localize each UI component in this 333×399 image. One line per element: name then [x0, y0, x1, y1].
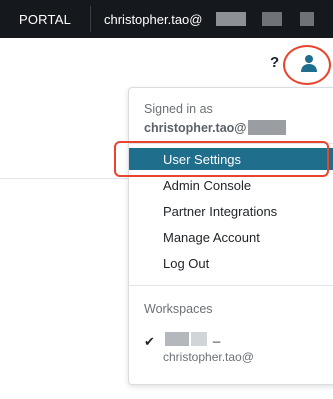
user-icon-glyph — [301, 55, 317, 72]
menu-divider — [129, 143, 333, 144]
redacted-block — [165, 332, 189, 346]
signed-in-label: Signed in as — [144, 102, 213, 116]
workspaces-label: Workspaces — [144, 302, 213, 316]
redacted-block — [216, 12, 246, 26]
redacted-block — [262, 12, 282, 26]
menu-divider — [129, 285, 333, 286]
menu-item-manage-account[interactable]: Manage Account — [129, 226, 333, 248]
user-icon[interactable] — [298, 52, 320, 74]
workspace-item[interactable]: ✔ _ christopher.tao@ — [129, 328, 333, 368]
signed-in-user: christopher.tao@ — [144, 121, 247, 135]
menu-item-admin-console[interactable]: Admin Console — [129, 174, 333, 196]
page-divider — [0, 178, 130, 179]
workspace-name: _ — [213, 328, 221, 343]
redacted-block — [300, 12, 314, 26]
menu-item-log-out[interactable]: Log Out — [129, 252, 333, 274]
menu-item-partner-integrations[interactable]: Partner Integrations — [129, 200, 333, 222]
portal-tab[interactable]: PORTAL — [0, 0, 90, 38]
redacted-block — [248, 120, 286, 135]
redacted-block — [191, 332, 207, 346]
top-bar: PORTAL christopher.tao@ — [0, 0, 333, 38]
user-dropdown-menu: Signed in as christopher.tao@ User Setti… — [128, 87, 333, 385]
menu-item-user-settings[interactable]: User Settings — [129, 148, 333, 170]
topbar-divider — [90, 6, 91, 32]
workspace-email: christopher.tao@ — [163, 350, 254, 364]
check-icon: ✔ — [144, 334, 155, 349]
topbar-user[interactable]: christopher.tao@ — [104, 0, 202, 38]
help-button[interactable]: ? — [270, 54, 279, 71]
